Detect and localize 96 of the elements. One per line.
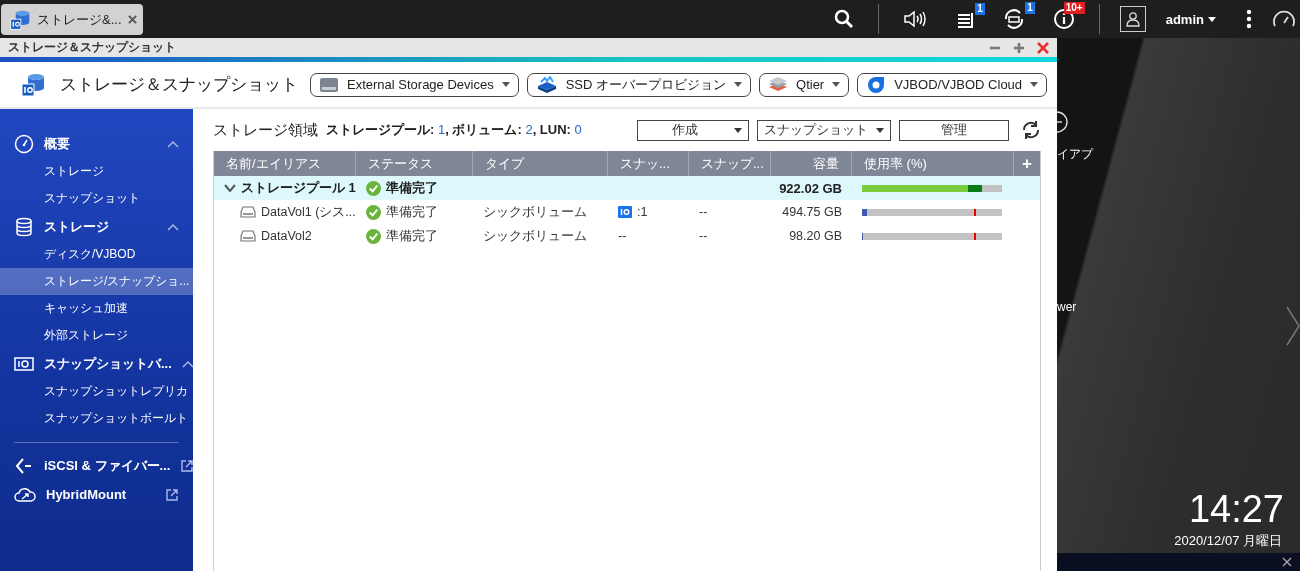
table-row[interactable]: ストレージプール 1 準備完了 922.02 GB: [214, 176, 1040, 200]
close-icon[interactable]: [127, 15, 137, 24]
column-header[interactable]: 容量: [771, 151, 852, 176]
capacity-cell: 922.02 GB: [779, 180, 842, 196]
storage-app-icon: [20, 71, 46, 98]
caret-icon: [501, 82, 510, 87]
tool-dropdown[interactable]: VJBOD/VJBOD Cloud: [857, 72, 1048, 97]
storage-app-icon: [9, 8, 31, 31]
section-header[interactable]: スナップショットバ...: [44, 354, 172, 373]
sync-drive-icon[interactable]: [1002, 8, 1025, 30]
section-header[interactable]: 概要: [44, 134, 157, 153]
database-icon: [14, 216, 34, 237]
caret-icon: [1030, 82, 1039, 87]
external-link-icon[interactable]: [165, 487, 179, 502]
drive-icon: [240, 230, 256, 242]
search-icon[interactable]: [833, 9, 854, 29]
gauge-icon: [14, 133, 34, 154]
tool-dropdown[interactable]: External Storage Devices: [310, 72, 519, 97]
check-circle-icon: [366, 204, 381, 220]
chevron-right-icon[interactable]: [1286, 306, 1300, 346]
check-circle-icon: [366, 180, 381, 196]
sidebar-item[interactable]: ストレージ: [0, 158, 193, 185]
sidebar-item[interactable]: ディスク/VJBOD: [0, 241, 193, 268]
snapshot-cell: --: [699, 229, 708, 243]
sidebar-item[interactable]: ストレージ/スナップショ...: [0, 268, 193, 295]
cloud-drop-icon: [866, 74, 887, 95]
name-cell[interactable]: DataVol2: [261, 229, 312, 243]
desktop-icon-label[interactable]: イアプ: [1057, 146, 1093, 163]
caret-icon: [734, 127, 742, 133]
drive-icon: [240, 206, 256, 218]
close-icon[interactable]: [1282, 557, 1292, 567]
desktop-icon-label[interactable]: wer: [1057, 300, 1077, 314]
user-avatar-icon[interactable]: [1119, 6, 1146, 32]
type-cell: シックボリューム: [483, 203, 587, 221]
sidebar-item[interactable]: スナップショット: [0, 185, 193, 212]
column-header[interactable]: ステータス: [356, 151, 473, 176]
speaker-icon[interactable]: [902, 9, 927, 29]
more-icon[interactable]: [1246, 9, 1252, 29]
external-link-icon[interactable]: [180, 458, 195, 473]
chevron-up-icon[interactable]: [181, 359, 194, 368]
caret-icon: [734, 82, 743, 87]
chevron-up-icon[interactable]: [167, 222, 179, 231]
action-dropdown[interactable]: スナップショット: [757, 119, 891, 141]
add-column-button[interactable]: +: [1014, 151, 1040, 176]
count-badge: 10+: [1063, 2, 1085, 14]
sidebar-item[interactable]: キャッシュ加速: [0, 295, 193, 322]
type-cell: シックボリューム: [483, 227, 587, 245]
close-icon[interactable]: [1037, 41, 1049, 54]
cloud-icon: [14, 486, 36, 503]
storage-summary: ストレージプール: 1, ボリューム: 2, LUN: 0: [326, 121, 582, 139]
check-circle-icon: [366, 228, 381, 244]
maximize-icon[interactable]: [1013, 41, 1025, 54]
status-cell: 準備完了: [386, 179, 438, 197]
count-badge: 1: [1025, 2, 1035, 14]
app-title: ストレージ＆スナップショット: [60, 74, 298, 96]
caret-icon: [1208, 16, 1216, 22]
section-title: ストレージ領域: [213, 120, 318, 140]
refresh-icon[interactable]: [1021, 120, 1041, 140]
column-header[interactable]: スナップ...: [689, 151, 771, 176]
name-cell[interactable]: ストレージプール 1: [241, 179, 356, 197]
chevron-down-icon[interactable]: [224, 182, 236, 194]
stacked-ssd-icon: [535, 75, 558, 94]
sidebar-link[interactable]: iSCSI & ファイバー...: [44, 456, 171, 475]
layers-icon: [768, 75, 789, 94]
column-header[interactable]: 使用率 (%): [852, 151, 1014, 176]
app-tab[interactable]: ストレージ&...: [1, 4, 143, 35]
column-header[interactable]: 名前/エイリアス: [214, 151, 356, 176]
capacity-cell: 494.75 GB: [782, 205, 842, 219]
snapshot-cell: --: [699, 205, 708, 219]
capacity-cell: 98.20 GB: [789, 229, 842, 243]
count-badge: 1: [975, 3, 985, 15]
chevron-up-icon[interactable]: [167, 139, 179, 148]
tool-dropdown[interactable]: SSD オーバープロビジョン: [526, 72, 752, 97]
sidebar-link[interactable]: HybridMount: [46, 487, 155, 502]
caret-icon: [876, 127, 884, 133]
column-header[interactable]: タイプ: [473, 151, 608, 176]
column-header[interactable]: スナッ...: [608, 151, 689, 176]
action-dropdown[interactable]: 作成: [637, 119, 749, 141]
caret-icon: [832, 82, 841, 87]
sidebar-item[interactable]: スナップショットレプリカ: [0, 378, 193, 405]
snapshot-count-cell: --: [618, 229, 627, 243]
clock-time: 14:27: [1188, 488, 1284, 531]
clock-date: 2020/12/07 月曜日: [1174, 532, 1282, 550]
sidebar-item[interactable]: スナップショットボールト: [0, 405, 193, 432]
section-header[interactable]: ストレージ: [44, 217, 157, 236]
name-cell[interactable]: DataVol1 (シス...: [261, 203, 356, 221]
snapshot-count-cell: :1: [637, 205, 648, 219]
sidebar-item[interactable]: 外部ストレージ: [0, 322, 193, 349]
dashboard-gauge-icon[interactable]: [1272, 9, 1296, 29]
window-title: ストレージ＆スナップショット: [8, 39, 176, 56]
status-cell: 準備完了: [386, 227, 438, 245]
drive-icon: [319, 76, 339, 93]
status-cell: 準備完了: [386, 203, 438, 221]
tool-dropdown[interactable]: Qtier: [759, 72, 850, 97]
user-menu[interactable]: admin: [1165, 11, 1216, 27]
manage-button[interactable]: 管理: [899, 119, 1009, 141]
